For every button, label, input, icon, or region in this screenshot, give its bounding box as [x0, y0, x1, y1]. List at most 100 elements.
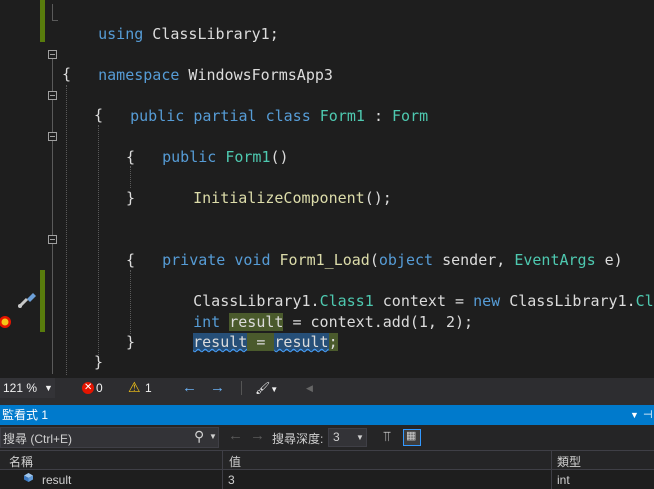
watch-window-title: 監看式 1	[2, 408, 49, 422]
search-back-icon[interactable]: ←	[228, 427, 243, 444]
close-brace: }	[126, 333, 136, 351]
method-call: InitializeComponent	[193, 189, 365, 207]
splitter[interactable]	[0, 398, 654, 405]
collapse-namespace-toggle[interactable]	[48, 50, 57, 59]
zoom-dropdown[interactable]: 121 % ▼	[0, 378, 55, 398]
column-separator	[222, 470, 223, 489]
constructor-name: Form1	[216, 148, 271, 166]
close-brace: }	[94, 353, 104, 371]
keyword-object: object	[378, 251, 434, 269]
code-line-brace[interactable]: {	[126, 147, 135, 168]
window-menu-icon[interactable]: ▼	[630, 405, 639, 425]
chevron-down-icon[interactable]: ▼	[209, 432, 217, 441]
param-sender: sender,	[433, 251, 515, 269]
column-separator	[551, 470, 552, 489]
code-line-constructor[interactable]: public Form1()	[126, 126, 288, 166]
navigate-back-icon[interactable]: ←	[182, 378, 198, 398]
pin-filter-icon[interactable]: ⫪	[383, 428, 391, 445]
code-line-namespace[interactable]: namespace WindowsFormsApp3	[62, 44, 333, 84]
semicolon: ;	[328, 333, 338, 351]
code-line-brace[interactable]: }	[126, 332, 135, 353]
parens: ()	[270, 148, 289, 166]
column-separator[interactable]	[551, 451, 552, 469]
code-line-brace[interactable]: }	[126, 188, 135, 209]
code-line-class[interactable]: public partial class Form1 : Form	[94, 85, 428, 125]
hex-display-toggle[interactable]: ▦	[403, 429, 421, 446]
errors-indicator[interactable]: ✕ 0	[80, 378, 120, 398]
divider	[241, 381, 242, 395]
chevron-down-icon: ▼	[44, 383, 53, 393]
watch-columns-header: 名稱 值 類型	[0, 450, 654, 470]
column-name-header[interactable]: 名稱	[9, 453, 33, 470]
open-brace: {	[126, 148, 136, 166]
scroll-left-icon[interactable]: ◀	[306, 378, 316, 398]
keyword-using: using	[98, 25, 144, 43]
column-value-header[interactable]: 值	[229, 453, 241, 470]
outline-line	[52, 20, 58, 21]
search-depth-dropdown[interactable]: 3 ▼	[328, 428, 367, 447]
selected-result-rhs: result	[274, 333, 329, 351]
open-brace: {	[62, 65, 72, 83]
watch-search-box[interactable]: 搜尋 (Ctrl+E) ⚲ ▼	[0, 427, 219, 448]
search-forward-icon[interactable]: →	[250, 427, 265, 444]
watch-item-name: result	[42, 473, 72, 487]
warnings-indicator[interactable]: ⚠ 1	[128, 378, 168, 398]
code-line-brace[interactable]: {	[126, 250, 135, 271]
namespace-name: WindowsFormsApp3	[179, 66, 333, 84]
watch-window-titlebar[interactable]: 監看式 1 ▼ ⊣	[0, 405, 654, 425]
code-line-brace[interactable]: {	[62, 64, 71, 85]
collapse-constructor-toggle[interactable]	[48, 132, 57, 141]
call-parens: ();	[364, 189, 392, 207]
collapse-class-toggle[interactable]	[48, 91, 57, 100]
code-line-context[interactable]: ClassLibrary1.Class1 context = new Class…	[157, 270, 654, 310]
editor-status-row: 121 % ▼ ✕ 0 ⚠ 1 ← → 🖌▼ ◀	[0, 378, 654, 398]
keyword-public: public	[162, 148, 217, 166]
using-target: ClassLibrary1;	[143, 25, 279, 43]
code-line-result-assign[interactable]: result = result;	[157, 311, 338, 351]
outline-line	[52, 4, 53, 20]
change-indicator	[40, 270, 45, 332]
assign-op: =	[247, 333, 275, 351]
code-line-using[interactable]: using ClassLibrary1;	[62, 3, 279, 43]
brush-dropdown[interactable]: 🖌▼	[255, 378, 281, 398]
change-indicator	[40, 0, 45, 42]
close-brace: }	[126, 189, 136, 207]
navigate-forward-icon[interactable]: →	[210, 378, 226, 398]
code-line-init[interactable]: InitializeComponent();	[157, 167, 392, 207]
watch-toolbar: 搜尋 (Ctrl+E) ⚲ ▼ ← → 搜尋深度: 3 ▼ ⫪ ▦	[0, 425, 654, 450]
search-placeholder: 搜尋 (Ctrl+E)	[3, 432, 73, 446]
colon: :	[364, 107, 393, 125]
error-count: 0	[96, 381, 103, 395]
watch-item-type: int	[557, 473, 570, 487]
warning-icon: ⚠	[128, 379, 141, 395]
hex-icon: ▦	[406, 430, 417, 442]
code-line-brace[interactable]: {	[94, 105, 103, 126]
code-line-form-load[interactable]: private void Form1_Load(object sender, E…	[126, 229, 623, 269]
breakpoint-warning-icon[interactable]	[0, 314, 12, 333]
namespace-ref: ClassLibrary1.	[500, 292, 636, 310]
pin-icon[interactable]: ⊣	[643, 405, 653, 425]
open-paren: (	[369, 251, 379, 269]
column-type-header[interactable]: 類型	[557, 453, 581, 470]
collapse-method-toggle[interactable]	[48, 235, 57, 244]
method-name: Form1_Load	[270, 251, 370, 269]
search-depth-label: 搜尋深度:	[272, 432, 324, 446]
zoom-level: 121 %	[3, 381, 38, 395]
indent-guide	[98, 125, 100, 355]
watch-row[interactable]: result 3 int	[0, 470, 654, 489]
chevron-down-icon: ▼	[356, 433, 364, 442]
search-icon[interactable]: ⚲	[194, 428, 204, 445]
code-editor[interactable]: using ClassLibrary1; namespace WindowsFo…	[0, 0, 654, 378]
column-separator[interactable]	[222, 451, 223, 469]
watch-item-value[interactable]: 3	[228, 473, 235, 487]
search-depth-value: 3	[333, 430, 340, 444]
open-brace: {	[126, 251, 136, 269]
base-class: Form	[392, 107, 429, 125]
type-eventargs: EventArgs	[514, 251, 596, 269]
chevron-down-icon: ▼	[270, 385, 279, 394]
param-e: e)	[595, 251, 623, 269]
class-name: Form1	[310, 107, 365, 125]
code-line-brace[interactable]: }	[94, 352, 103, 373]
code-line-result-decl[interactable]: int result = context.add(1, 2);	[157, 291, 473, 331]
quick-action-screwdriver-icon[interactable]	[16, 290, 38, 314]
